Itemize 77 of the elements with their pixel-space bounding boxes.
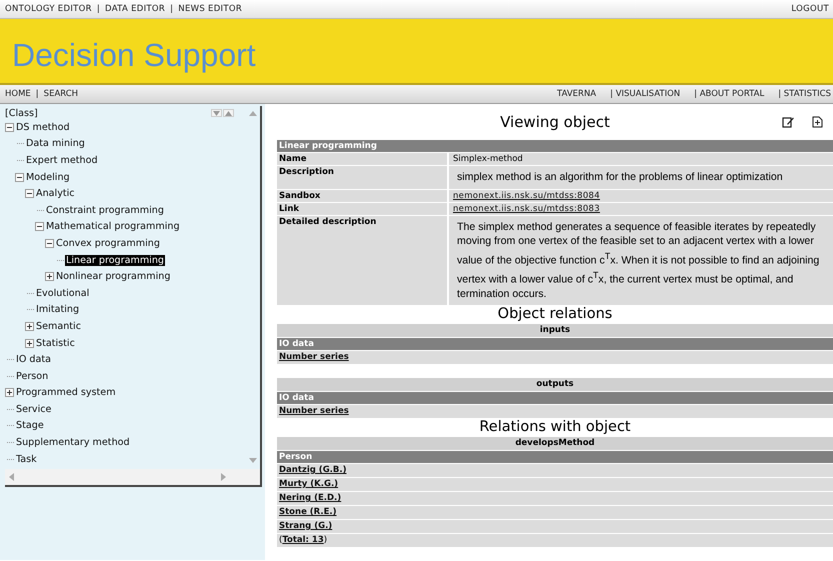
- paren: (: [279, 535, 282, 546]
- class-header: IO data: [277, 392, 833, 404]
- tree-root-label: [Class]: [5, 108, 38, 118]
- object-class-header: Linear programming: [277, 140, 833, 152]
- tree-item[interactable]: Service: [15, 404, 52, 415]
- tree-item[interactable]: Person: [15, 370, 50, 382]
- class-header: IO data: [277, 338, 833, 350]
- top-link[interactable]: DATA EDITOR: [105, 4, 166, 14]
- tree-item[interactable]: Expert method: [25, 154, 99, 166]
- tree-item[interactable]: Statistic: [35, 338, 76, 349]
- plus-icon[interactable]: [45, 272, 54, 282]
- field-label: Link: [277, 202, 447, 214]
- separator: |: [170, 4, 174, 14]
- page-heading: Viewing object: [500, 113, 610, 131]
- total-link[interactable]: Total: 13: [282, 535, 324, 546]
- nav-link[interactable]: TAVERNA: [557, 89, 596, 99]
- field-value: The simplex method generates a sequence of feasible iterates by repeatedly moving from one vertex of the feasible set to an adjacent vertex with a lower value of the objective function c$^{T}$x. When it is not possible to find an adjoining vertex with a lower value of c$^{T}$x, the current vertex must be optimal, and termination occurs.: [449, 216, 833, 306]
- nav-link[interactable]: | STATISTICS: [778, 89, 831, 99]
- field-label: Description: [277, 166, 447, 188]
- top-link[interactable]: ONTOLOGY EDITOR: [5, 4, 92, 14]
- tree-item[interactable]: Mathematical programming: [45, 221, 181, 232]
- tree-item[interactable]: Evolutional: [35, 288, 90, 299]
- field-label: Detailed description: [277, 216, 447, 306]
- tree-item[interactable]: Analytic: [35, 188, 76, 200]
- tree-item[interactable]: Semantic: [35, 320, 82, 332]
- related-object-link[interactable]: Murty (K.G.): [279, 479, 338, 490]
- move-up-button[interactable]: [223, 109, 234, 117]
- tree-item[interactable]: Nonlinear programming: [55, 271, 172, 282]
- tree-item[interactable]: Imitating: [35, 304, 80, 316]
- site-title: Decision Support: [12, 36, 256, 74]
- tree-item[interactable]: Stage: [15, 420, 45, 432]
- field-value: simplex method is an algorithm for the problems of linear optimization: [449, 166, 833, 188]
- tree-item[interactable]: IO data: [15, 354, 52, 366]
- class-header: Person: [277, 451, 833, 464]
- tree-item[interactable]: Supplementary method: [15, 437, 131, 448]
- edit-icon[interactable]: [782, 116, 794, 128]
- field-label: Sandbox: [277, 190, 447, 202]
- related-object-link[interactable]: Strang (G.): [279, 521, 332, 532]
- minus-icon[interactable]: [25, 189, 34, 198]
- tree-item[interactable]: Constraint programming: [45, 204, 165, 216]
- tree-item[interactable]: Linear programming: [65, 254, 165, 266]
- field-label: Name: [277, 153, 447, 165]
- plus-icon[interactable]: [5, 388, 14, 398]
- logout-link[interactable]: LOGOUT: [791, 4, 829, 14]
- tree-item[interactable]: Modeling: [25, 172, 71, 183]
- tree-item[interactable]: Programmed system: [15, 387, 117, 398]
- related-object-link[interactable]: Dantzig (G.B.): [279, 465, 346, 476]
- separator: |: [36, 89, 39, 99]
- related-object-link[interactable]: Stone (R.E.): [279, 507, 337, 518]
- related-object-link[interactable]: Number series: [279, 352, 349, 362]
- tree-item[interactable]: Data mining: [25, 138, 86, 150]
- nav-link[interactable]: | VISUALISATION: [610, 89, 680, 99]
- move-down-button[interactable]: [211, 109, 222, 117]
- plus-icon[interactable]: [25, 322, 34, 331]
- minus-icon[interactable]: [45, 238, 54, 248]
- tree-item[interactable]: Task: [15, 454, 38, 465]
- related-object-link[interactable]: Number series: [279, 406, 349, 416]
- separator: |: [96, 4, 100, 14]
- minus-icon[interactable]: [15, 172, 24, 182]
- minus-icon[interactable]: [35, 222, 44, 232]
- tree-item[interactable]: Convex programming: [55, 238, 161, 249]
- nav-link[interactable]: SEARCH: [44, 89, 78, 99]
- relation-name: outputs: [277, 378, 833, 392]
- field-value: Simplex-method: [449, 153, 833, 165]
- add-icon[interactable]: [812, 116, 823, 128]
- tree-item[interactable]: DS method: [15, 122, 71, 133]
- section-heading: Object relations: [498, 306, 612, 322]
- paren: ): [324, 535, 328, 546]
- nav-link[interactable]: | ABOUT PORTAL: [694, 89, 764, 99]
- section-heading: Relations with object: [479, 419, 631, 436]
- plus-icon[interactable]: [25, 338, 34, 348]
- relation-name: inputs: [277, 324, 833, 338]
- top-link[interactable]: NEWS EDITOR: [178, 4, 242, 14]
- related-object-link[interactable]: Nering (E.D.): [279, 493, 342, 504]
- minus-icon[interactable]: [5, 122, 14, 132]
- nav-link[interactable]: HOME: [5, 89, 31, 99]
- relation-name: developsMethod: [277, 437, 833, 450]
